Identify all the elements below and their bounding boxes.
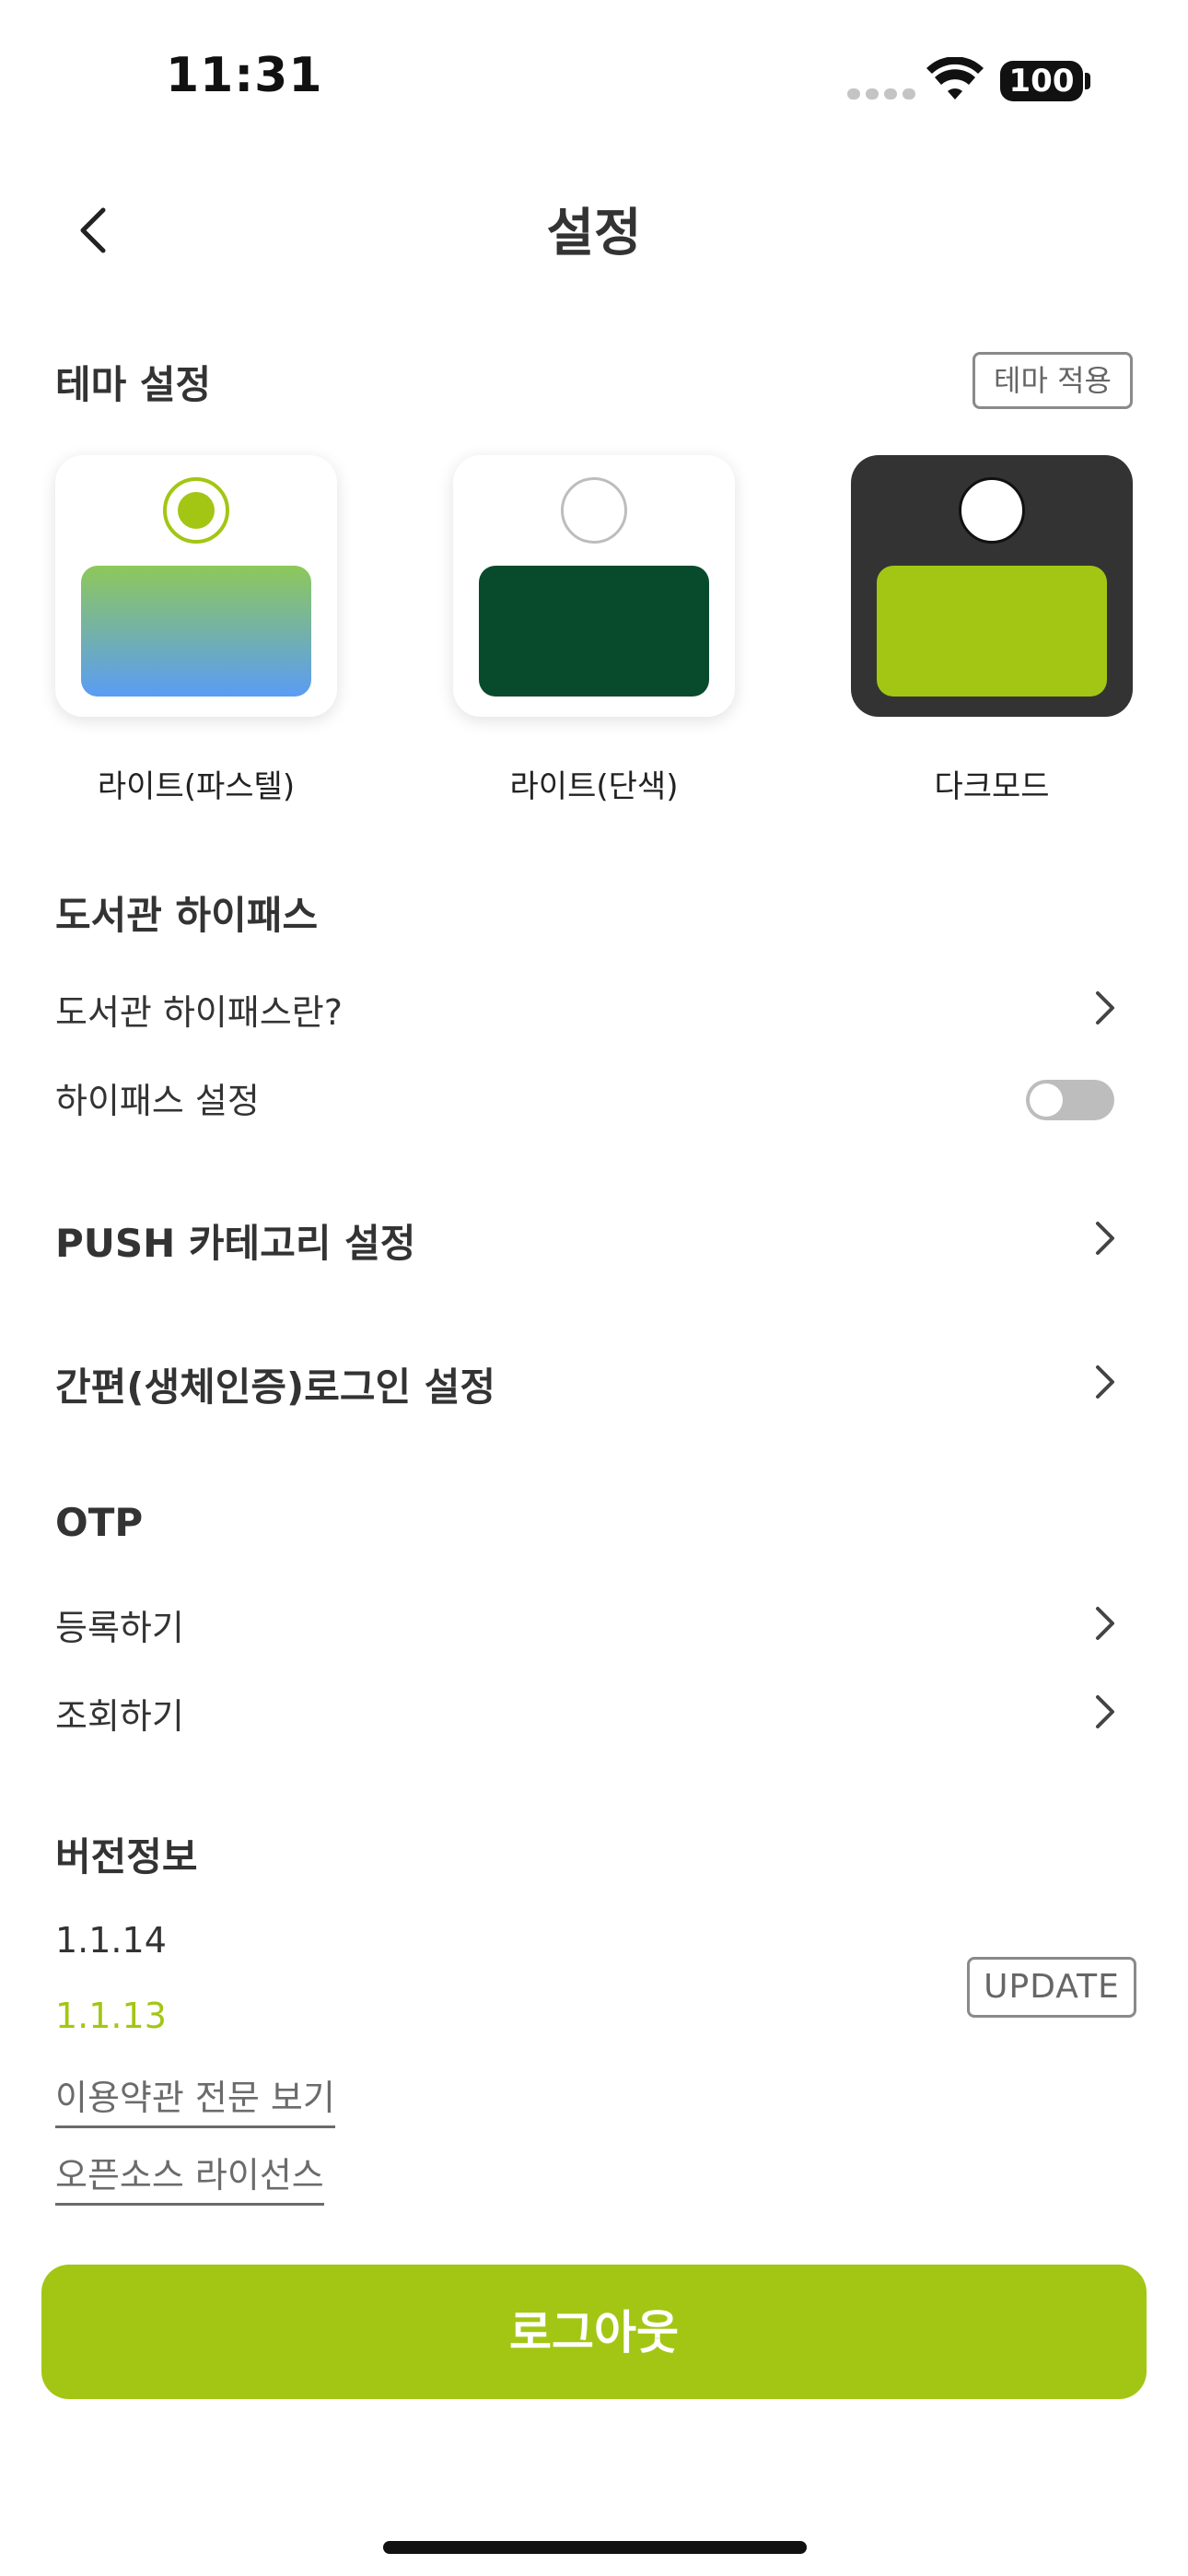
status-time: 11:31 [166, 48, 323, 103]
chevron-right-icon[interactable] [1090, 1362, 1118, 1402]
theme-section-title: 테마 설정 [55, 362, 212, 407]
solid-swatch [479, 566, 709, 697]
hipass-toggle[interactable] [1026, 1080, 1114, 1120]
page-title: 설정 [546, 204, 642, 263]
hipass-setting-label: 하이패스 설정 [55, 1081, 260, 1121]
hipass-about-item[interactable]: 도서관 하이패스란? [55, 984, 343, 1035]
otp-register-item[interactable]: 등록하기 [55, 1599, 184, 1650]
chevron-right-icon[interactable] [1090, 1603, 1118, 1644]
open-source-license-link[interactable]: 오픈소스 라이선스 [55, 2147, 324, 2206]
theme-option-solid[interactable] [453, 455, 735, 717]
battery-icon: 100 [1000, 61, 1083, 101]
dark-swatch [877, 566, 1107, 697]
theme-option-dark[interactable] [851, 455, 1133, 717]
theme-label-pastel: 라이트(파스텔) [97, 768, 296, 805]
theme-option-pastel[interactable] [55, 455, 337, 717]
otp-view-item[interactable]: 조회하기 [55, 1688, 184, 1739]
theme-apply-button[interactable]: 테마 적용 [973, 352, 1133, 409]
radio-unselected-icon[interactable] [959, 477, 1025, 544]
push-category-setting[interactable]: PUSH 카테고리 설정 [55, 1212, 415, 1269]
toggle-knob [1030, 1083, 1063, 1117]
biometric-login-setting[interactable]: 간편(생체인증)로그인 설정 [55, 1356, 495, 1412]
pastel-swatch [81, 566, 311, 697]
chevron-right-icon[interactable] [1090, 1692, 1118, 1732]
home-indicator[interactable] [383, 2541, 807, 2554]
update-button[interactable]: UPDATE [967, 1957, 1136, 2018]
otp-section-title: OTP [55, 1500, 144, 1545]
logout-button[interactable]: 로그아웃 [41, 2265, 1147, 2399]
chevron-right-icon[interactable] [1090, 1218, 1118, 1259]
radio-selected-icon[interactable] [163, 477, 229, 544]
current-version: 1.1.13 [55, 1996, 167, 2036]
theme-label-solid: 라이트(단색) [509, 768, 679, 805]
radio-unselected-icon[interactable] [561, 477, 627, 544]
terms-link[interactable]: 이용약관 전문 보기 [55, 2069, 335, 2128]
version-section-title: 버전정보 [55, 1834, 198, 1879]
wifi-icon [926, 57, 984, 100]
latest-version: 1.1.14 [55, 1920, 167, 1961]
chevron-right-icon[interactable] [1090, 988, 1118, 1028]
hipass-section-title: 도서관 하이패스 [55, 893, 319, 938]
theme-label-dark: 다크모드 [934, 768, 1050, 805]
battery-cap [1085, 73, 1090, 89]
